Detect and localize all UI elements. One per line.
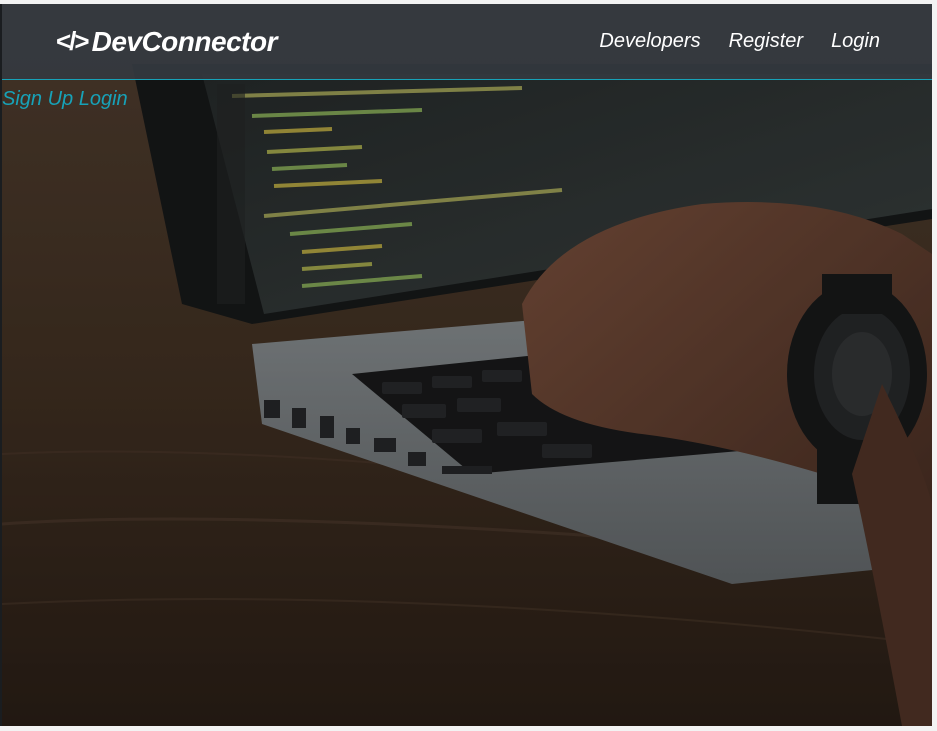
landing-page: </> DevConnector Developers Register Log… — [2, 4, 932, 726]
nav-link-register[interactable]: Register — [729, 30, 803, 53]
nav-links: Developers Register Login — [599, 30, 880, 53]
login-link[interactable]: Login — [79, 88, 128, 110]
navbar: </> DevConnector Developers Register Log… — [2, 4, 932, 80]
brand-name: DevConnector — [91, 25, 278, 57]
landing-buttons: Sign Up Login — [2, 88, 128, 111]
code-icon: </> — [56, 26, 90, 56]
bottom-editor-strip — [0, 726, 937, 731]
signup-link[interactable]: Sign Up — [2, 88, 73, 110]
window-right-edge — [932, 0, 937, 731]
dark-overlay — [2, 4, 932, 726]
brand-link[interactable]: </> DevConnector — [56, 26, 277, 58]
nav-link-login[interactable]: Login — [831, 30, 880, 53]
nav-link-developers[interactable]: Developers — [599, 30, 700, 53]
